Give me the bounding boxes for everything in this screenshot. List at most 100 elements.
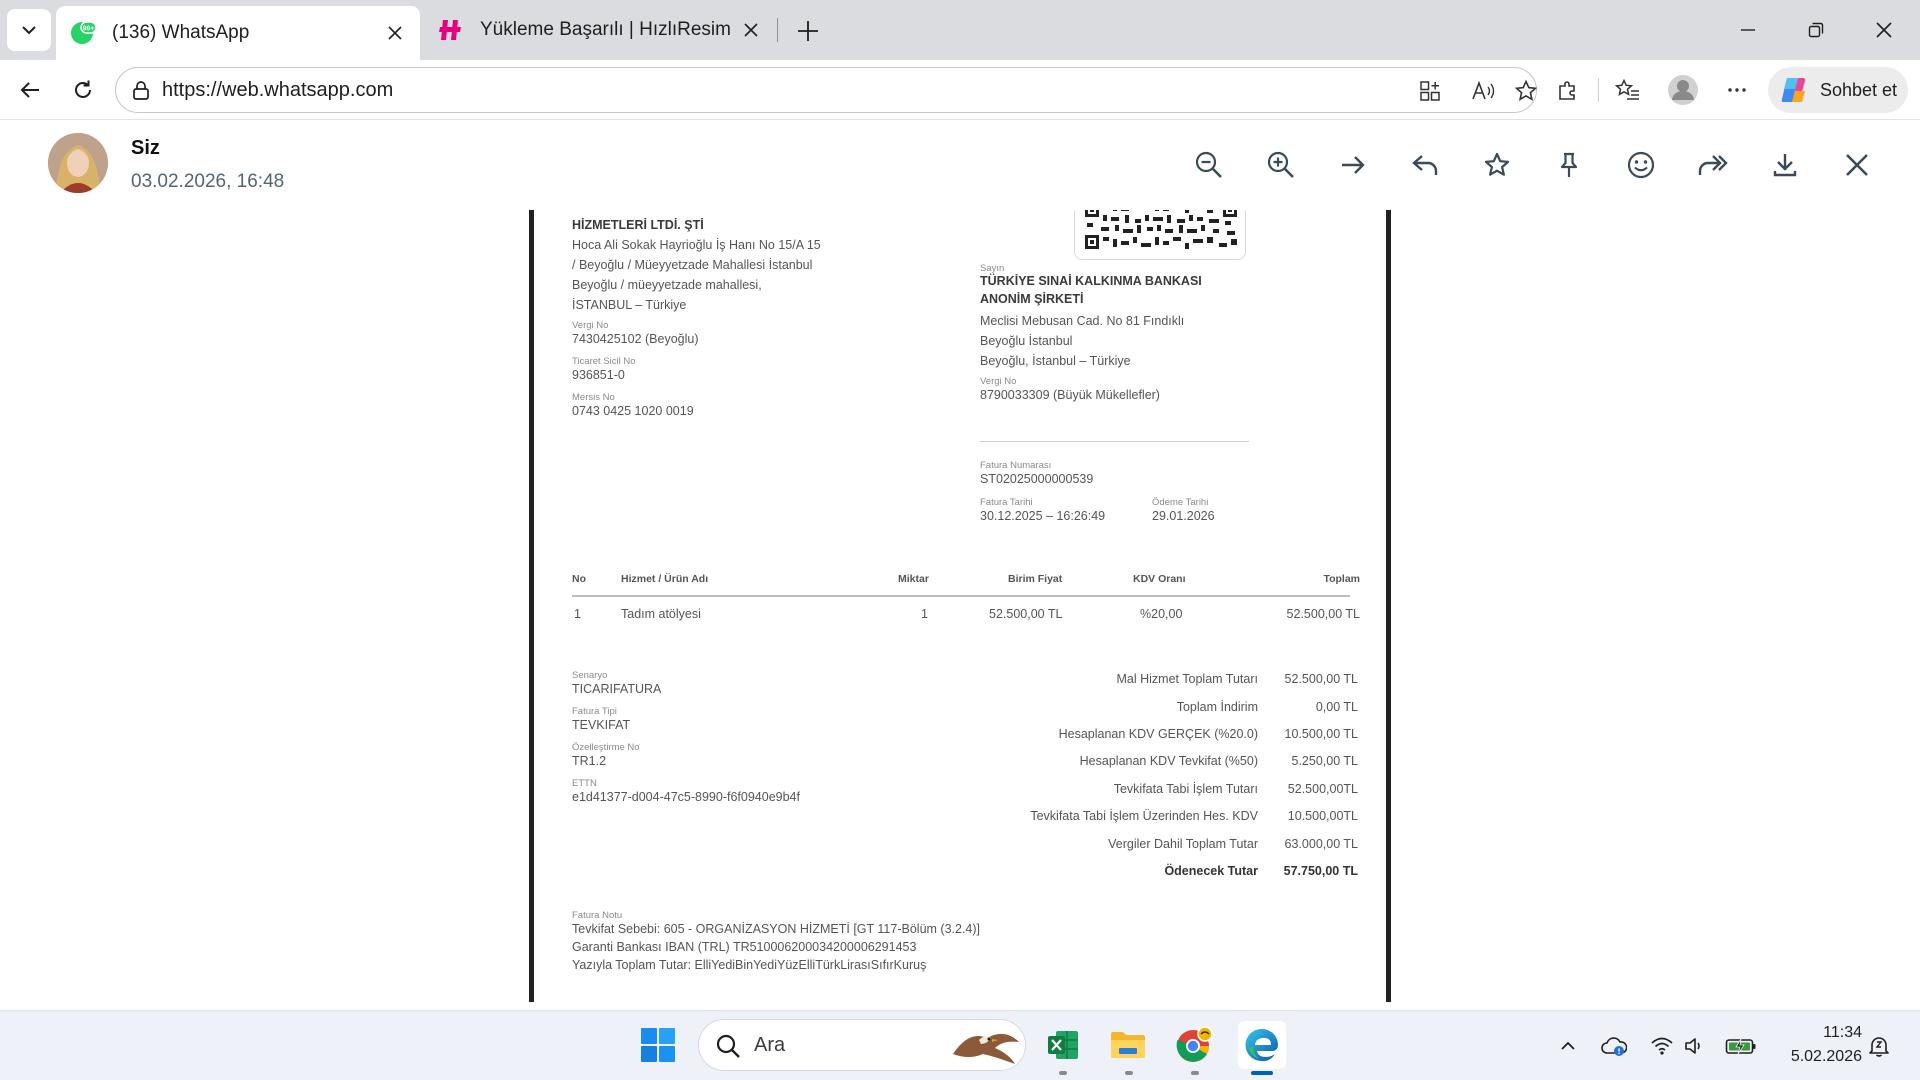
lock-icon[interactable]: [130, 79, 152, 101]
invoice-image[interactable]: HİZMETLERİ LTDİ. ŞTİ Hoca Ali Sokak Hayr…: [529, 210, 1391, 1002]
address-bar[interactable]: https://web.whatsapp.com: [115, 67, 1539, 113]
react-button[interactable]: [1621, 145, 1661, 185]
seller-tax-no: 7430425102 (Beyoğlu): [572, 332, 699, 346]
refresh-button[interactable]: [65, 72, 101, 108]
meta-label: Senaryo: [572, 670, 608, 681]
close-icon: [1846, 154, 1868, 176]
plus-icon: [798, 21, 818, 41]
table-header: Hizmet / Ürün Adı: [621, 573, 709, 585]
seller-name: HİZMETLERİ LTDİ. ŞTİ: [572, 218, 704, 232]
taskbar-chrome[interactable]: [1172, 1023, 1216, 1067]
download-button[interactable]: [1765, 145, 1805, 185]
copilot-chat-button[interactable]: Sohbet et: [1768, 67, 1908, 113]
tab-hizliresim[interactable]: Yükleme Başarılı | HızlıResim: [424, 7, 776, 53]
buyer-tax-label: Vergi No: [980, 376, 1017, 387]
read-aloud-button[interactable]: [1471, 78, 1497, 104]
table-cell: %20,00: [1140, 607, 1183, 621]
clock-time: 11:34: [1823, 1024, 1862, 1041]
table-cell: 1: [574, 607, 581, 621]
note-label: Fatura Notu: [572, 910, 623, 921]
taskbar-search[interactable]: Ara: [698, 1019, 1026, 1071]
close-tab-button[interactable]: [740, 19, 762, 41]
minimize-button[interactable]: [1726, 12, 1770, 48]
show-hidden-icons-button[interactable]: [1555, 1033, 1581, 1059]
taskbar-excel[interactable]: [1041, 1023, 1085, 1067]
taskbar-file-explorer[interactable]: [1106, 1023, 1150, 1067]
favorites-button[interactable]: [1610, 72, 1646, 108]
battery-tray-button[interactable]: [1724, 1033, 1758, 1059]
avatar[interactable]: [48, 133, 108, 193]
taskbar-running-indicator: [1191, 1071, 1199, 1075]
restore-button[interactable]: [1794, 12, 1838, 48]
favorite-button[interactable]: [1513, 78, 1539, 104]
hizliresim-icon: [439, 20, 461, 40]
back-button[interactable]: [12, 72, 48, 108]
zoom-in-button[interactable]: [1261, 145, 1301, 185]
seller-address-line: Hoca Ali Sokak Hayrioğlu İş Hanı No 15/A…: [572, 238, 821, 252]
close-icon: [388, 26, 402, 40]
reply-button[interactable]: [1405, 145, 1445, 185]
app-available-button[interactable]: [1417, 78, 1443, 104]
seller-tax-label: Vergi No: [572, 320, 609, 331]
star-message-button[interactable]: [1477, 145, 1517, 185]
taskbar-running-indicator: [1059, 1071, 1067, 1075]
toolbar-divider: [1598, 78, 1599, 102]
tab-actions-button[interactable]: [7, 9, 51, 51]
speaker-icon: [1685, 1038, 1700, 1054]
read-aloud-icon: [1472, 80, 1495, 100]
close-viewer-button[interactable]: [1837, 145, 1877, 185]
url-text[interactable]: https://web.whatsapp.com: [162, 79, 393, 102]
payable-label: Ödenecek Tutar: [1164, 864, 1258, 878]
total-label: Vergiler Dahil Toplam Tutar: [1108, 837, 1258, 851]
new-tab-button[interactable]: [790, 14, 826, 48]
mersis-label: Mersis No: [572, 392, 615, 403]
forward-button[interactable]: [1693, 145, 1733, 185]
close-window-button[interactable]: [1862, 12, 1906, 48]
total-value: 63.000,00 TL: [1284, 837, 1358, 851]
buyer-address-line: Meclisi Mebusan Cad. No 81 Fındıklı: [980, 314, 1185, 328]
more-horizontal-icon: [1728, 88, 1746, 92]
search-icon: [716, 1034, 740, 1058]
close-icon: [1876, 22, 1892, 38]
close-icon: [744, 23, 758, 37]
system-clock[interactable]: 11:34 5.02.2026: [1772, 1021, 1862, 1069]
windows-start-icon[interactable]: [640, 1027, 676, 1063]
refresh-icon: [75, 80, 91, 98]
table-divider: [572, 595, 1350, 597]
close-tab-button[interactable]: [384, 22, 406, 44]
zoom-out-button[interactable]: [1189, 145, 1229, 185]
tab-title: (136) WhatsApp: [112, 22, 250, 43]
zoom-out-icon: [1195, 151, 1222, 178]
extensions-button[interactable]: [1550, 72, 1586, 108]
table-cell: 52.500,00 TL: [989, 607, 1063, 621]
taskbar-edge[interactable]: [1238, 1021, 1286, 1069]
taskbar: Ara 11:34 5.02.2026: [0, 1010, 1920, 1080]
forward-icon: [1698, 155, 1728, 175]
chrome-icon: [1176, 1026, 1213, 1062]
battery-charging-icon: [1725, 1038, 1756, 1055]
total-value: 52.500,00TL: [1287, 782, 1358, 796]
note-line: Yazıyla Toplam Tutar: ElliYediBinYediYüz…: [572, 958, 927, 972]
settings-more-button[interactable]: [1719, 72, 1755, 108]
copilot-label: Sohbet et: [1820, 79, 1898, 100]
pin-icon: [1560, 152, 1578, 177]
table-cell: 1: [921, 607, 928, 621]
volume-tray-button[interactable]: [1682, 1033, 1708, 1059]
invoice-date-label: Fatura Tarihi: [980, 497, 1033, 508]
tab-whatsapp[interactable]: 99+ (136) WhatsApp: [56, 6, 420, 60]
meta-value: TICARIFATURA: [572, 682, 662, 696]
star-outline-icon: [1514, 79, 1538, 101]
profile-button[interactable]: [1665, 72, 1701, 108]
onedrive-tray-button[interactable]: [1601, 1033, 1627, 1059]
message-timestamp: 03.02.2026, 16:48: [131, 171, 285, 192]
table-header: Birim Fiyat: [1008, 573, 1063, 585]
pin-message-button[interactable]: [1549, 145, 1589, 185]
notifications-button[interactable]: [1866, 1033, 1892, 1059]
go-to-message-button[interactable]: [1333, 145, 1373, 185]
payable-value: 57.750,00 TL: [1283, 864, 1358, 878]
invoice-no: ST02025000000539: [980, 472, 1094, 486]
wifi-tray-button[interactable]: [1649, 1033, 1675, 1059]
meta-value: TR1.2: [572, 754, 607, 768]
total-label: Hesaplanan KDV Tevkifat (%50): [1079, 754, 1258, 768]
note-line: Tevkifat Sebebi: 605 - ORGANİZASYON HİZM…: [572, 922, 981, 936]
